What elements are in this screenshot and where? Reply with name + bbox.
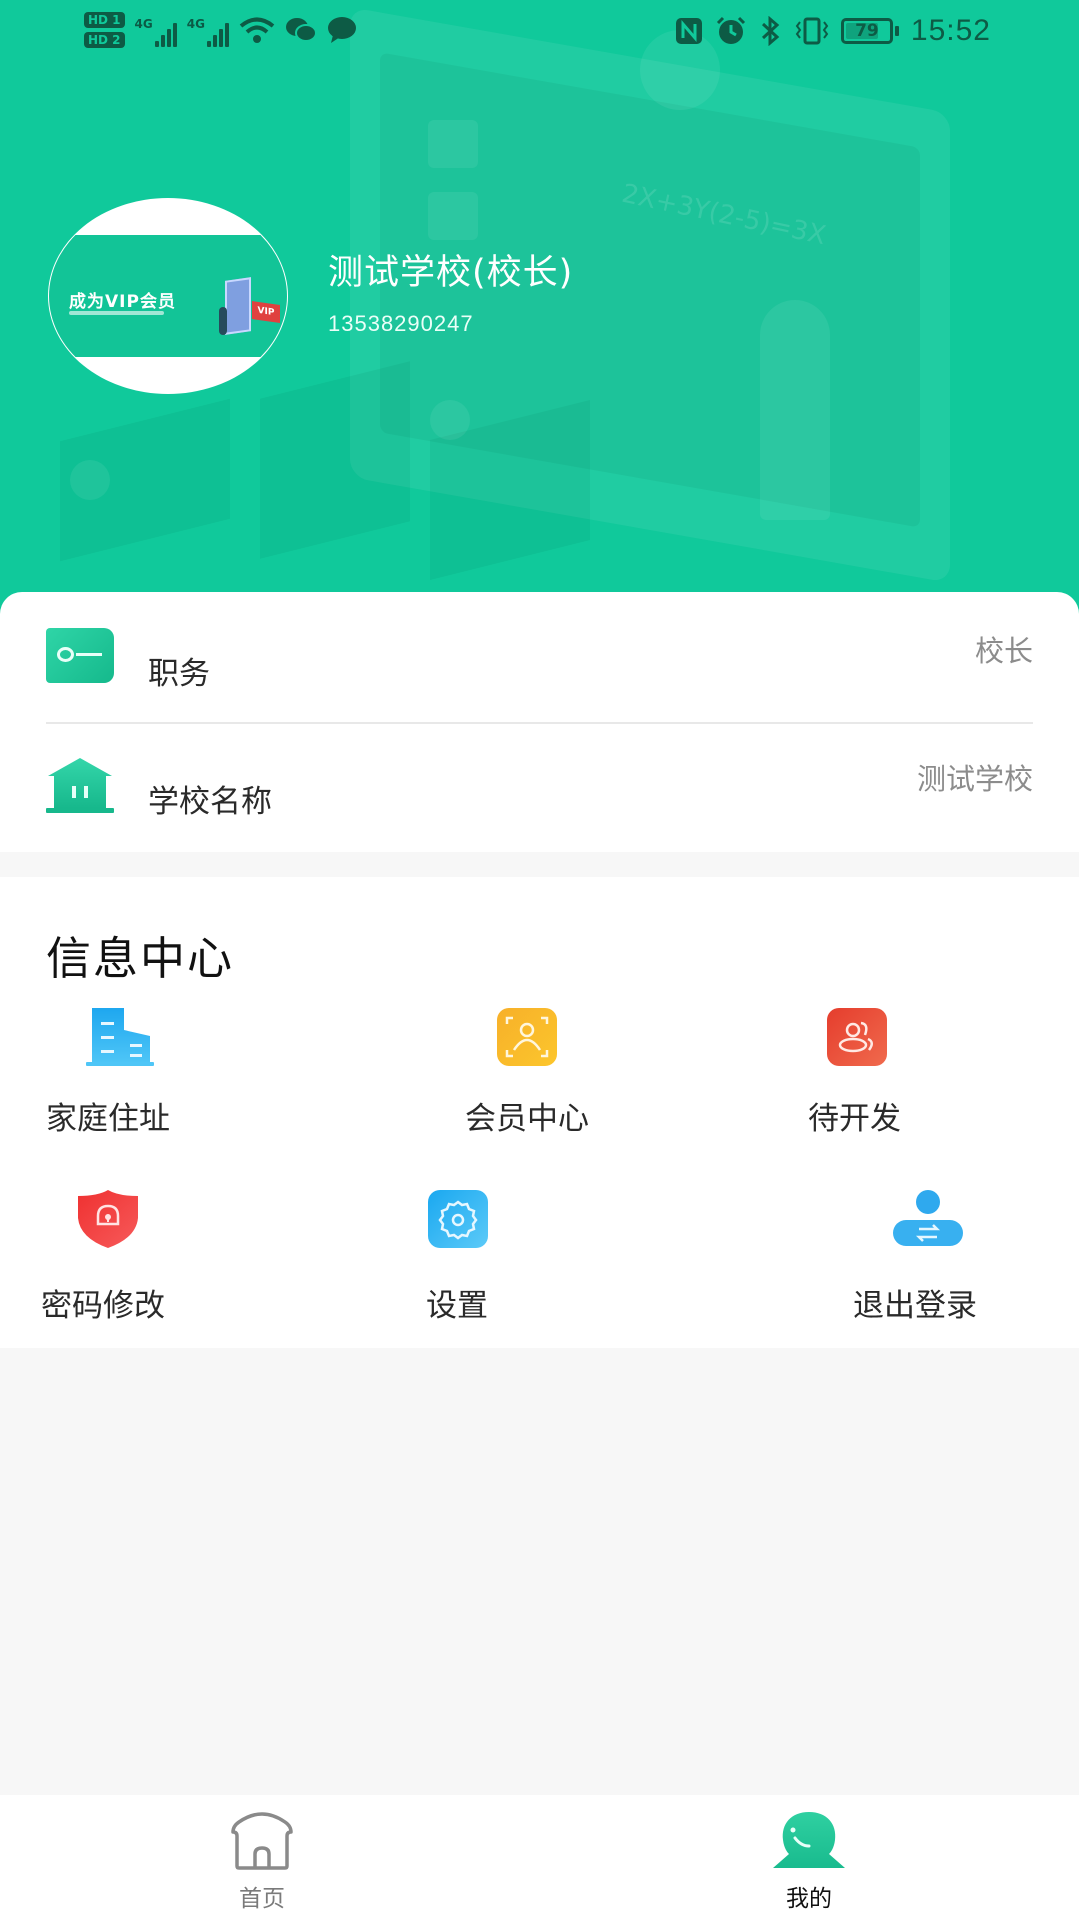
nav-item-label: 首页	[239, 1886, 285, 1912]
decor-desk-2	[260, 361, 410, 559]
wifi-icon	[239, 17, 275, 43]
building-icon	[86, 1008, 154, 1066]
signal-4g-icon: 4G	[187, 13, 229, 47]
decor-card-a	[428, 120, 478, 168]
user-phone: 13538290247	[328, 311, 474, 336]
decor-student-2	[430, 400, 470, 440]
section-title: 信息中心	[46, 932, 235, 985]
menu-item-label: 设置	[426, 1288, 488, 1324]
menu-item-change-password[interactable]: 密码修改	[41, 1190, 246, 1324]
decor-teacher	[760, 300, 830, 520]
profile-info-card: 职务 校长 学校名称 测试学校	[0, 592, 1079, 852]
menu-item-logout[interactable]: 退出登录	[853, 1190, 1053, 1324]
vip-banner-image: 成为VIP会员 VIP	[49, 235, 287, 357]
key-icon	[46, 628, 114, 683]
menu-item-label: 退出登录	[853, 1288, 977, 1324]
hd-sim2-icon: HD 2	[84, 32, 125, 48]
decor-card-c	[428, 192, 478, 240]
avatar[interactable]: 成为VIP会员 VIP	[48, 198, 288, 394]
user-name: 测试学校(校长)	[328, 253, 574, 293]
menu-item-to-be-developed[interactable]: 待开发	[808, 1008, 1008, 1137]
menu-item-label: 密码修改	[41, 1288, 165, 1324]
status-time: 15:52	[910, 14, 991, 47]
hd-sim-icons: HD 1 HD 2	[84, 12, 125, 48]
nav-item-mine[interactable]: 我的	[709, 1795, 909, 1919]
bluetooth-icon	[761, 16, 780, 46]
menu-item-settings[interactable]: 设置	[426, 1190, 626, 1324]
battery-level: 79	[855, 21, 879, 41]
alarm-icon	[716, 16, 745, 44]
info-row-label: 学校名称	[148, 784, 272, 820]
hd-sim1-icon: HD 1	[84, 12, 125, 28]
message-icon	[327, 17, 356, 43]
nav-item-home[interactable]: 首页	[162, 1795, 362, 1919]
gear-icon	[428, 1190, 488, 1248]
decor-student-1	[70, 460, 110, 500]
vip-banner-subtitle	[69, 311, 164, 315]
network-type-label: 4G	[134, 17, 153, 31]
menu-item-member-center[interactable]: 会员中心	[465, 1008, 665, 1137]
switch-user-icon	[893, 1190, 963, 1246]
network-type-label: 4G	[186, 17, 205, 31]
vibrate-icon	[795, 17, 829, 45]
lock-shield-icon	[78, 1190, 138, 1248]
info-row-value: 校长	[974, 634, 1033, 668]
menu-item-home-address[interactable]: 家庭住址	[46, 1008, 246, 1137]
wechat-icon	[285, 18, 317, 42]
phone-illustration	[225, 277, 251, 335]
menu-item-label: 家庭住址	[46, 1101, 170, 1137]
bottom-nav: 首页 我的	[0, 1795, 1079, 1919]
group-users-icon	[827, 1008, 887, 1066]
battery-icon: 79	[840, 18, 899, 44]
vip-banner-title: 成为VIP会员	[69, 292, 176, 312]
info-row-label: 职务	[148, 656, 210, 692]
info-row-position[interactable]: 职务 校长	[46, 592, 1033, 722]
menu-item-label: 待开发	[808, 1101, 901, 1137]
nfc-icon	[675, 18, 702, 44]
menu-item-label: 会员中心	[465, 1101, 589, 1137]
person-illustration	[219, 307, 227, 335]
school-building-icon	[46, 758, 114, 813]
vip-badge: VIP	[252, 301, 280, 323]
profile-header: 2X+3Y(2-5)=3X HD 1 HD 2 4G 4G 79 15:52 成…	[0, 0, 1079, 620]
info-center-card: 信息中心 家庭住址 会员中心 待开发 密码修改 设置 退出登录	[0, 877, 1079, 1348]
info-row-school-name[interactable]: 学校名称 测试学校	[46, 724, 1033, 854]
member-face-icon	[497, 1008, 557, 1066]
nav-item-label: 我的	[786, 1886, 832, 1912]
home-icon	[231, 1812, 293, 1870]
signal-4g-icon: 4G	[135, 13, 177, 47]
status-bar: HD 1 HD 2 4G 4G 79 15:52	[0, 0, 1079, 68]
profile-icon	[773, 1812, 845, 1868]
info-row-value: 测试学校	[916, 762, 1033, 796]
